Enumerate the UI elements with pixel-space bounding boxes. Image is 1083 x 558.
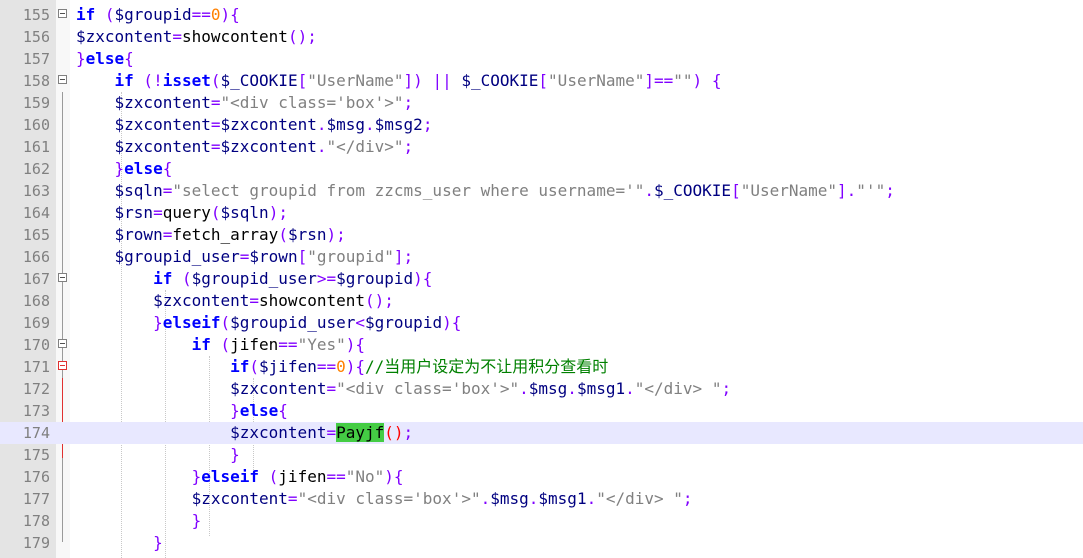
line-number: 156 [22, 28, 50, 46]
line-number: 161 [22, 138, 50, 156]
line-number: 164 [22, 204, 50, 222]
brace-match: ( [384, 423, 394, 442]
line-number: 178 [22, 512, 50, 530]
code-line[interactable]: 156 $zxcontent=showcontent(); [0, 26, 1083, 48]
current-code-line[interactable]: 174 $zxcontent=Payjf(); [0, 422, 1083, 444]
fold-collapse-icon-active[interactable] [58, 361, 67, 370]
fold-collapse-icon[interactable] [58, 9, 67, 18]
code-line[interactable]: 161 $zxcontent=$zxcontent."</div>"; [0, 136, 1083, 158]
code-text: }elseif (jifen=="No"){ [191, 467, 404, 486]
code-lines: 155 if ($groupid==0){ 156 $zxcontent=sho… [0, 4, 1083, 554]
code-line[interactable]: 170 if (jifen=="Yes"){ [0, 334, 1083, 356]
code-line[interactable]: 175 } [0, 444, 1083, 466]
code-text: $zxcontent=showcontent(); [76, 27, 317, 46]
code-text: } [230, 445, 240, 464]
code-line[interactable]: 169 }elseif($groupid_user<$groupid){ [0, 312, 1083, 334]
code-text: $sqln="select groupid from zzcms_user wh… [114, 181, 895, 200]
line-number: 170 [22, 336, 50, 354]
code-line[interactable]: 166 $groupid_user=$rown["groupid"]; [0, 246, 1083, 268]
code-line[interactable]: 177 $zxcontent="<div class='box'>".$msg.… [0, 488, 1083, 510]
code-comment: //当用户设定为不让用积分查看时 [365, 357, 609, 376]
line-number: 155 [22, 6, 50, 24]
highlighted-selection: Payjf [336, 423, 385, 442]
code-line[interactable]: 163 $sqln="select groupid from zzcms_use… [0, 180, 1083, 202]
code-editor[interactable]: 155 if ($groupid==0){ 156 $zxcontent=sho… [0, 0, 1083, 558]
line-number: 160 [22, 116, 50, 134]
code-text: $zxcontent=showcontent(); [153, 291, 394, 310]
code-text: $zxcontent="<div class='box'>".$msg.$msg… [230, 379, 732, 398]
code-line[interactable]: 172 $zxcontent="<div class='box'>".$msg.… [0, 378, 1083, 400]
code-line[interactable]: 178 } [0, 510, 1083, 532]
line-number: 165 [22, 226, 50, 244]
code-text: $groupid_user=$rown["groupid"]; [114, 247, 414, 266]
line-number: 168 [22, 292, 50, 310]
code-text: }else{ [76, 49, 134, 68]
brace-match: ) [393, 423, 404, 442]
code-text: }elseif($groupid_user<$groupid){ [153, 313, 462, 332]
code-text: }else{ [230, 401, 288, 420]
line-number: 175 [22, 446, 50, 464]
code-line[interactable]: 157 }else{ [0, 48, 1083, 70]
code-text: $zxcontent="<div class='box'>"; [114, 93, 414, 112]
code-text: } [153, 533, 163, 552]
fold-collapse-icon[interactable] [58, 273, 67, 282]
code-line[interactable]: 179 } [0, 532, 1083, 554]
code-text: } [191, 511, 202, 530]
code-text: if (!isset($_COOKIE["UserName"]) || $_CO… [114, 71, 722, 90]
line-number: 159 [22, 94, 50, 112]
code-text: }else{ [114, 159, 173, 178]
line-number: 166 [22, 248, 50, 266]
code-line[interactable]: 164 $rsn=query($sqln); [0, 202, 1083, 224]
code-line[interactable]: 159 $zxcontent="<div class='box'>"; [0, 92, 1083, 114]
code-line[interactable]: 168 $zxcontent=showcontent(); [0, 290, 1083, 312]
line-number: 179 [22, 534, 50, 552]
code-line[interactable]: 155 if ($groupid==0){ [0, 4, 1083, 26]
line-number: 162 [22, 160, 50, 178]
code-line[interactable]: 160 $zxcontent=$zxcontent.$msg.$msg2; [0, 114, 1083, 136]
code-text: $rown=fetch_array($rsn); [114, 225, 346, 244]
code-text: $zxcontent=$zxcontent.$msg.$msg2; [114, 115, 433, 134]
code-text: $zxcontent=Payjf(); [230, 423, 414, 442]
code-line[interactable]: 173 }else{ [0, 400, 1083, 422]
line-number: 167 [22, 270, 50, 288]
code-text: $rsn=query($sqln); [114, 203, 288, 222]
line-number: 163 [22, 182, 50, 200]
fold-collapse-icon[interactable] [58, 339, 67, 348]
code-text: if($jifen==0){//当用户设定为不让用积分查看时 [230, 357, 609, 376]
line-number: 158 [22, 72, 50, 90]
code-line[interactable]: 176 }elseif (jifen=="No"){ [0, 466, 1083, 488]
code-line[interactable]: 171 if($jifen==0){//当用户设定为不让用积分查看时 [0, 356, 1083, 378]
code-line[interactable]: 162 }else{ [0, 158, 1083, 180]
code-text: $zxcontent="<div class='box'>".$msg.$msg… [191, 489, 693, 508]
code-text: $zxcontent=$zxcontent."</div>"; [114, 137, 414, 156]
line-number: 176 [22, 468, 50, 486]
line-number: 173 [22, 402, 50, 420]
code-line[interactable]: 167 if ($groupid_user>=$groupid){ [0, 268, 1083, 290]
code-text: if ($groupid_user>=$groupid){ [153, 269, 433, 288]
line-number: 172 [22, 380, 50, 398]
code-line[interactable]: 158 if (!isset($_COOKIE["UserName"]) || … [0, 70, 1083, 92]
line-number: 169 [22, 314, 50, 332]
line-number: 171 [22, 358, 50, 376]
line-number: 157 [22, 50, 50, 68]
code-text: if ($groupid==0){ [76, 5, 240, 24]
line-number: 174 [22, 424, 50, 442]
code-line[interactable]: 165 $rown=fetch_array($rsn); [0, 224, 1083, 246]
code-text: if (jifen=="Yes"){ [191, 335, 365, 354]
line-number: 177 [22, 490, 50, 508]
fold-collapse-icon[interactable] [58, 75, 67, 84]
